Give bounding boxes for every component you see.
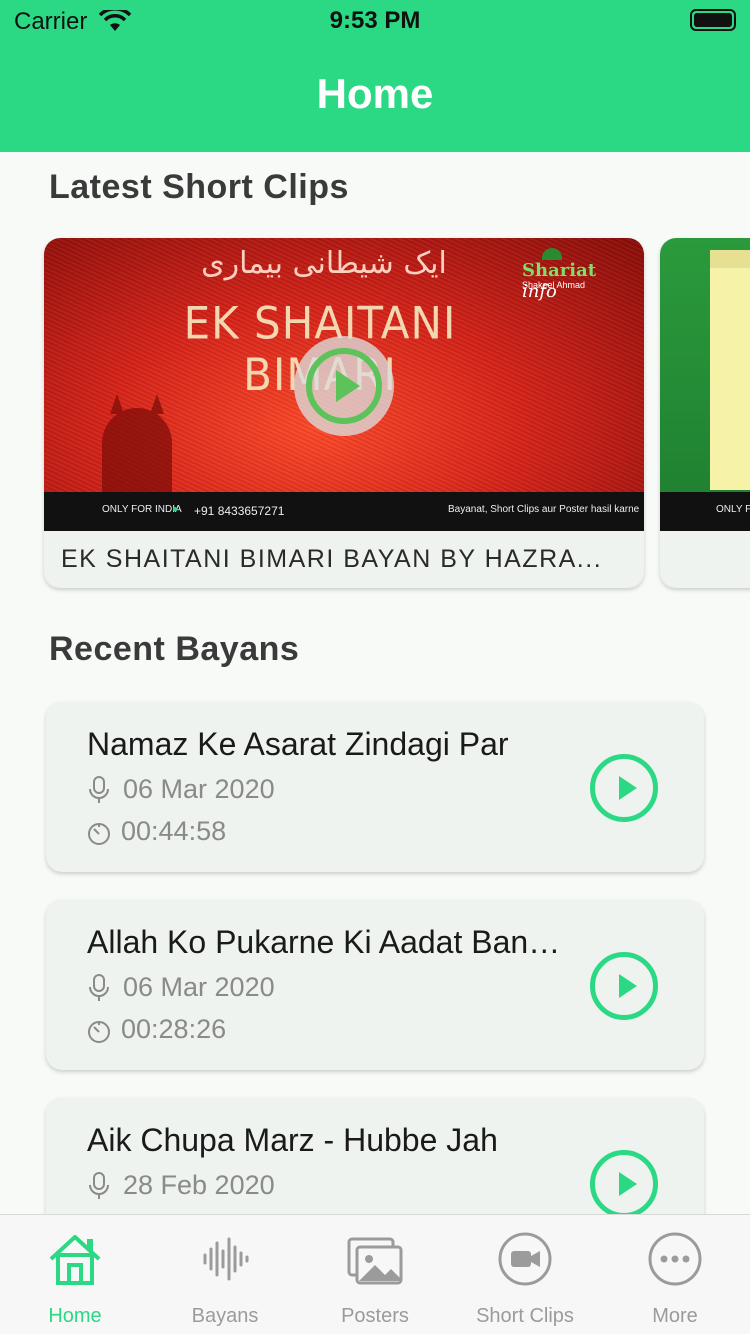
notepad-image xyxy=(710,250,750,490)
tab-short-clips[interactable]: Short Clips xyxy=(450,1215,600,1334)
bayan-card[interactable]: Allah Ko Pukarne Ki Aadat Banane Ki Zaro… xyxy=(46,900,704,1070)
bayan-play-button[interactable] xyxy=(590,754,658,822)
tab-label: More xyxy=(652,1305,698,1327)
more-icon xyxy=(648,1232,702,1286)
play-icon xyxy=(619,776,637,800)
microphone-icon xyxy=(89,1172,109,1199)
bayan-duration: 00:28:26 xyxy=(121,1014,227,1044)
clip-contact-strip: ONLY FO xyxy=(660,492,750,531)
section-heading-short-clips: Latest Short Clips xyxy=(49,168,349,206)
bayan-date: 06 Mar 2020 xyxy=(123,972,275,1002)
clip-card[interactable]: ONLY FO xyxy=(660,238,750,588)
clip-caption: EK SHAITANI BIMARI BAYAN BY HAZRA... xyxy=(61,545,603,573)
bayan-title: Namaz Ke Asarat Zindagi Par xyxy=(87,726,509,762)
tab-label: Short Clips xyxy=(476,1305,574,1327)
tab-more[interactable]: More xyxy=(600,1215,750,1334)
tab-label: Bayans xyxy=(191,1305,259,1327)
tab-bayans[interactable]: Bayans xyxy=(150,1215,300,1334)
clip-thumbnail[interactable]: ایک شیطانی بیماری EK SHAITANI BIMARI Sha… xyxy=(44,238,644,531)
tab-bar: Home Bayans Posters Short Clips More xyxy=(0,1214,750,1334)
tab-label: Home xyxy=(48,1305,102,1327)
microphone-icon xyxy=(89,776,109,803)
video-camera-icon xyxy=(498,1232,552,1286)
images-icon xyxy=(347,1237,403,1285)
bayan-date: 28 Feb 2020 xyxy=(123,1170,275,1200)
bayan-card[interactable]: Namaz Ke Asarat Zindagi Par 06 Mar 2020 … xyxy=(46,702,704,872)
play-icon xyxy=(336,370,360,402)
tab-posters[interactable]: Posters xyxy=(300,1215,450,1334)
bayan-duration: 00:44:58 xyxy=(121,816,227,846)
audio-wave-icon xyxy=(203,1237,249,1281)
bayan-title: Aik Chupa Marz - Hubbe Jah xyxy=(87,1122,498,1158)
clock: 9:53 PM xyxy=(329,7,421,34)
bayan-play-button[interactable] xyxy=(590,952,658,1020)
play-icon xyxy=(619,1172,637,1196)
play-icon xyxy=(619,974,637,998)
whatsapp-icon: ● xyxy=(172,504,179,515)
clip-thumbnail[interactable]: ONLY FO xyxy=(660,238,750,531)
tab-home[interactable]: Home xyxy=(0,1215,150,1334)
bayan-play-button[interactable] xyxy=(590,1150,658,1218)
bayan-date: 06 Mar 2020 xyxy=(123,774,275,804)
page-title: Home xyxy=(316,70,434,117)
section-heading-recent-bayans: Recent Bayans xyxy=(49,630,300,668)
clip-play-button[interactable] xyxy=(294,336,394,436)
tab-label: Posters xyxy=(341,1305,409,1327)
microphone-icon xyxy=(89,974,109,1001)
status-bar: Carrier 9:53 PM xyxy=(0,0,750,40)
battery-icon xyxy=(690,9,736,31)
timer-icon xyxy=(88,823,110,845)
timer-icon xyxy=(88,1021,110,1043)
home-icon xyxy=(49,1235,101,1285)
clip-contact-strip: ONLY FOR INDIA ● +91 8433657271 Bayanat,… xyxy=(44,492,644,531)
bayan-title: Allah Ko Pukarne Ki Aadat Banane Ki Zaro… xyxy=(87,924,575,960)
app-header: Carrier 9:53 PM Home xyxy=(0,0,750,152)
clip-urdu-title: ایک شیطانی بیماری xyxy=(201,246,447,281)
brand-logo: Shariat info Shakeel Ahmad xyxy=(522,248,632,302)
clip-card[interactable]: ایک شیطانی بیماری EK SHAITANI BIMARI Sha… xyxy=(44,238,644,588)
